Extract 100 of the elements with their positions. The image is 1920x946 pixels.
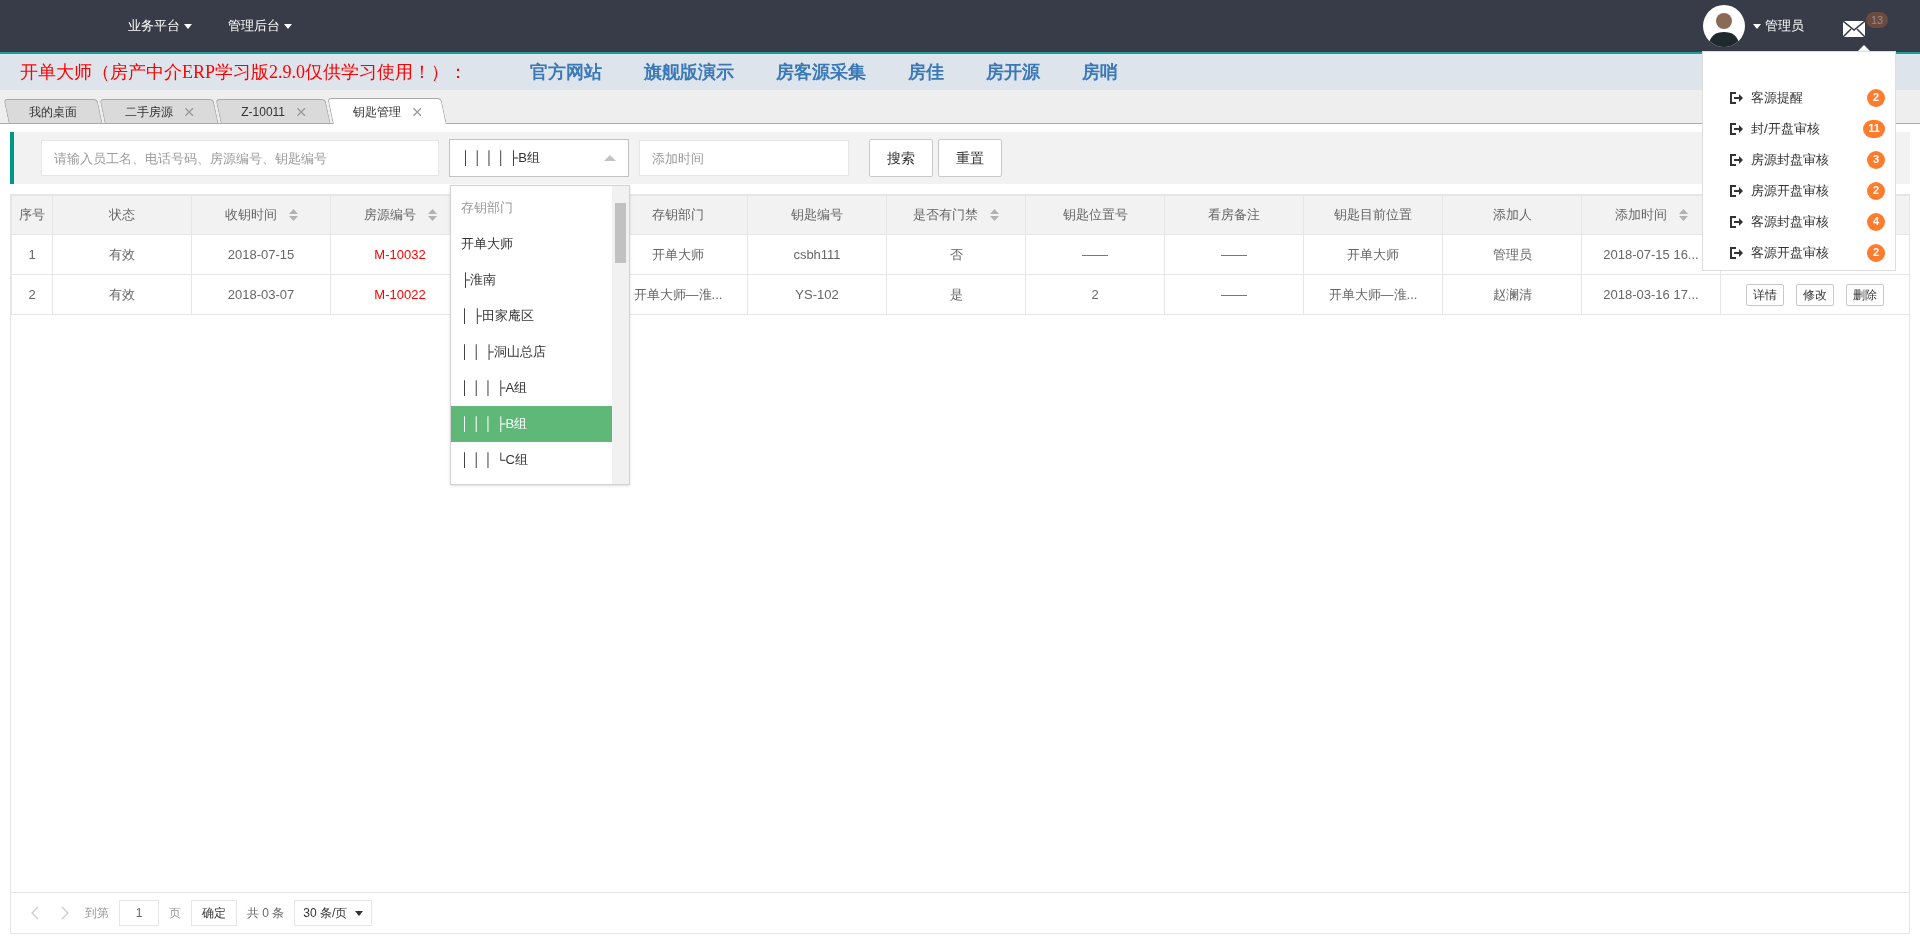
table-cell: 否 — [949, 246, 963, 262]
column-header: 添加人 — [1492, 206, 1532, 225]
count-badge: 11 — [1863, 119, 1885, 138]
count-badge: 3 — [1867, 150, 1885, 169]
column-header: 是否有门禁 — [913, 206, 978, 225]
column-header: 收钥时间 — [224, 206, 277, 225]
exit-icon — [1729, 122, 1743, 135]
exit-icon — [1729, 153, 1743, 166]
close-icon[interactable] — [185, 107, 194, 116]
notification-item[interactable]: 封/开盘审核 11 — [1729, 113, 1885, 144]
avatar[interactable] — [1703, 5, 1745, 47]
table-cell: 开单大师 — [1347, 246, 1399, 262]
tab[interactable]: 钥匙管理 — [327, 98, 447, 124]
table-cell: 2018-07-15 16... — [1603, 246, 1699, 262]
table-cell: 有效 — [109, 246, 135, 262]
table-cell: M-10032 — [374, 246, 426, 262]
confirm-button[interactable]: 确定 — [191, 900, 237, 926]
nav-menu[interactable]: 业务平台 — [128, 16, 192, 36]
banner-link[interactable]: 房开源 — [986, 58, 1040, 86]
exit-icon — [1729, 246, 1743, 259]
mail-count-badge: 13 — [1866, 12, 1889, 28]
total-count: 共 0 条 — [247, 905, 285, 922]
column-header: 存钥部门 — [652, 206, 704, 225]
row-action-button[interactable]: 详情 — [1746, 283, 1784, 306]
count-badge: 2 — [1867, 243, 1885, 262]
table-cell: 2018-07-15 — [227, 246, 295, 262]
table-cell: 开单大师 — [652, 246, 704, 262]
user-menu[interactable]: 管理员 — [1753, 16, 1804, 36]
goto-label: 到第 — [85, 905, 109, 922]
caret-icon — [1753, 23, 1761, 29]
exit-icon — [1729, 184, 1743, 197]
exit-icon — [1729, 215, 1743, 228]
column-header: 看房备注 — [1208, 206, 1260, 225]
dropdown-option[interactable]: │ │ ├洞山总店 — [451, 334, 612, 370]
table-cell: 2 — [1091, 286, 1099, 302]
table-cell: —— — [1221, 246, 1247, 262]
filter-button[interactable]: 搜索 — [869, 139, 933, 177]
table-cell: 是 — [949, 286, 963, 302]
table-cell: 赵澜清 — [1492, 286, 1532, 302]
banner-link[interactable]: 房哨 — [1082, 58, 1118, 86]
table-cell: 1 — [28, 246, 36, 262]
count-badge: 2 — [1867, 181, 1885, 200]
exit-icon — [1729, 91, 1743, 104]
dropdown-option[interactable]: 开单大师 — [451, 226, 612, 262]
sort-icon[interactable] — [1678, 209, 1688, 221]
department-select[interactable]: │ │ │ │ ├B组 — [449, 139, 629, 177]
table-cell: 开单大师—淮... — [1328, 286, 1418, 302]
table-cell: 2 — [28, 286, 36, 302]
mail-icon[interactable] — [1843, 21, 1865, 37]
close-icon[interactable] — [412, 107, 421, 116]
count-badge: 2 — [1867, 88, 1885, 107]
table-cell: csbh111 — [793, 246, 841, 262]
notification-item[interactable]: 客源提醒 2 — [1729, 82, 1885, 113]
dropdown-option[interactable]: │ ├田家庵区 — [451, 298, 612, 334]
table-cell: 2018-03-16 17... — [1603, 286, 1699, 302]
table-cell: —— — [1082, 246, 1108, 262]
sort-icon[interactable] — [288, 209, 298, 221]
sort-icon[interactable] — [427, 209, 437, 221]
page-input[interactable]: 1 — [119, 900, 159, 926]
column-header: 钥匙目前位置 — [1334, 206, 1412, 225]
notification-item[interactable]: 房源开盘审核 2 — [1729, 175, 1885, 206]
tab[interactable]: Z-10011 — [215, 99, 331, 123]
notification-item[interactable]: 房源封盘审核 3 — [1729, 144, 1885, 175]
column-header: 状态 — [109, 206, 135, 225]
table-cell: 管理员 — [1492, 246, 1532, 262]
nav-menu[interactable]: 管理后台 — [228, 16, 292, 36]
close-icon[interactable] — [296, 107, 305, 116]
table-cell: —— — [1221, 286, 1247, 302]
table-cell: 开单大师—淮... — [633, 286, 723, 302]
tab[interactable]: 我的桌面 — [3, 99, 103, 123]
dropdown-option[interactable]: │ │ │ ├A组 — [451, 370, 612, 406]
table-cell: 2018-03-07 — [227, 286, 295, 302]
banner-link[interactable]: 旗舰版演示 — [644, 58, 734, 86]
table-cell: M-10022 — [374, 286, 426, 302]
caret-icon — [284, 23, 292, 29]
column-header: 钥匙位置号 — [1062, 206, 1128, 225]
banner-link[interactable]: 官方网站 — [530, 58, 602, 86]
table-cell: YS-102 — [795, 286, 839, 302]
caret-icon — [355, 910, 364, 916]
date-field[interactable]: 添加时间 — [639, 140, 849, 176]
search-field[interactable]: 请输入员工名、电话号码、房源编号、钥匙编号 — [41, 140, 439, 176]
page-label: 页 — [169, 905, 181, 922]
column-header: 房源编号 — [363, 206, 416, 225]
column-header: 序号 — [19, 206, 45, 225]
row-action-button[interactable]: 修改 — [1796, 283, 1834, 306]
tab[interactable]: 二手房源 — [99, 99, 219, 123]
filter-button[interactable]: 重置 — [938, 139, 1002, 177]
scrollbar[interactable] — [612, 186, 629, 484]
banner-link[interactable]: 房客源采集 — [776, 58, 866, 86]
dropdown-option[interactable]: │ │ │ └C组 — [451, 442, 612, 478]
caret-icon — [184, 23, 192, 29]
column-header: 钥匙编号 — [791, 206, 843, 225]
sort-icon[interactable] — [990, 209, 999, 221]
banner-title: 开单大师（房产中介ERP学习版2.9.0仅供学习使用！）： — [20, 60, 468, 84]
banner-link[interactable]: 房佳 — [908, 58, 944, 86]
table-cell: 有效 — [109, 286, 135, 302]
dropdown-option[interactable]: ├淮南 — [451, 262, 612, 298]
count-badge: 4 — [1867, 212, 1885, 231]
row-action-button[interactable]: 删除 — [1846, 283, 1884, 306]
page-size-select[interactable]: 30 条/页 — [294, 900, 373, 926]
